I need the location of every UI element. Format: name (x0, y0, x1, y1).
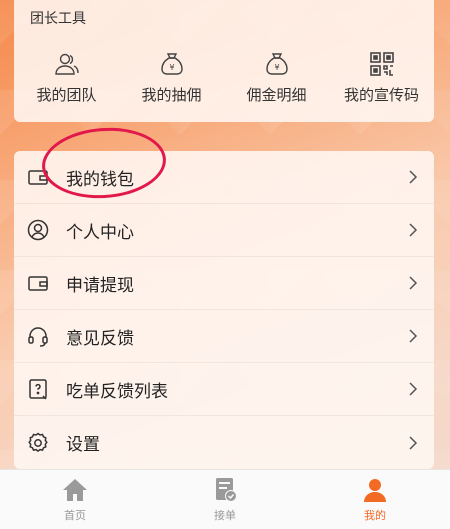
menu-item-personal-center[interactable]: 个人中心 (14, 204, 434, 257)
menu-item-settings[interactable]: 设置 (14, 416, 434, 469)
tab-label: 我的 (364, 509, 386, 522)
tab-home[interactable]: 首页 (0, 470, 150, 529)
leader-tools-title: 团长工具 (30, 11, 86, 27)
gear-icon (28, 432, 48, 452)
tool-label: 我的抽佣 (141, 86, 202, 104)
menu-item-withdraw[interactable]: 申请提现 (14, 257, 434, 310)
qr-code-icon (369, 52, 394, 76)
chevron-right-icon (409, 223, 418, 237)
headset-icon (28, 327, 48, 347)
svg-text:¥: ¥ (169, 63, 174, 72)
menu-item-label: 意见反馈 (66, 328, 134, 349)
tool-label: 我的团队 (36, 86, 97, 104)
home-icon (63, 479, 87, 501)
tool-label: 我的宣传码 (343, 86, 419, 104)
tab-mine[interactable]: 我的 (300, 470, 450, 529)
tool-my-team[interactable]: 我的团队 (17, 50, 117, 105)
menu-item-order-feedback-list[interactable]: 吃单反馈列表 (14, 363, 434, 416)
team-icon (54, 53, 79, 75)
tab-orders[interactable]: 接单 (150, 470, 300, 529)
tool-promo-code[interactable]: 我的宣传码 (332, 50, 432, 105)
chevron-right-icon (409, 329, 418, 343)
menu-item-my-wallet[interactable]: 我的钱包 (14, 151, 434, 204)
money-bag-icon: ¥ (265, 53, 288, 75)
tab-label: 接单 (214, 509, 236, 522)
tab-label: 首页 (64, 509, 86, 522)
menu-item-feedback[interactable]: 意见反馈 (14, 310, 434, 363)
menu-item-label: 我的钱包 (66, 169, 134, 190)
wallet-icon (28, 276, 48, 291)
chevron-right-icon (409, 276, 418, 290)
money-bag-icon: ¥ (160, 53, 183, 75)
account-menu-card: 我的钱包 个人中心 申请提现 意见反馈 吃单反馈列表 设置 (14, 151, 434, 469)
order-icon (216, 478, 237, 502)
leader-tools-row: 我的团队 ¥ 我的抽佣 ¥ 佣金明细 我的宣传码 (14, 50, 434, 105)
person-icon (364, 479, 386, 502)
wallet-icon (28, 170, 48, 185)
feedback-list-icon (29, 379, 47, 400)
chevron-right-icon (409, 170, 418, 184)
chevron-right-icon (409, 382, 418, 396)
tool-my-commission[interactable]: ¥ 我的抽佣 (122, 50, 222, 105)
menu-item-label: 个人中心 (66, 222, 134, 243)
chevron-right-icon (409, 435, 418, 450)
bottom-tab-bar: 首页 接单 我的 (0, 469, 450, 529)
user-circle-icon (27, 219, 49, 241)
tool-label: 佣金明细 (246, 86, 307, 104)
menu-item-label: 吃单反馈列表 (66, 381, 168, 402)
svg-text:¥: ¥ (274, 63, 279, 72)
leader-tools-card: 团长工具 我的团队 ¥ 我的抽佣 ¥ 佣金明细 我的宣传码 (14, 0, 434, 122)
tool-commission-detail[interactable]: ¥ 佣金明细 (227, 50, 327, 105)
menu-item-label: 申请提现 (66, 275, 134, 296)
menu-item-label: 设置 (66, 435, 100, 455)
